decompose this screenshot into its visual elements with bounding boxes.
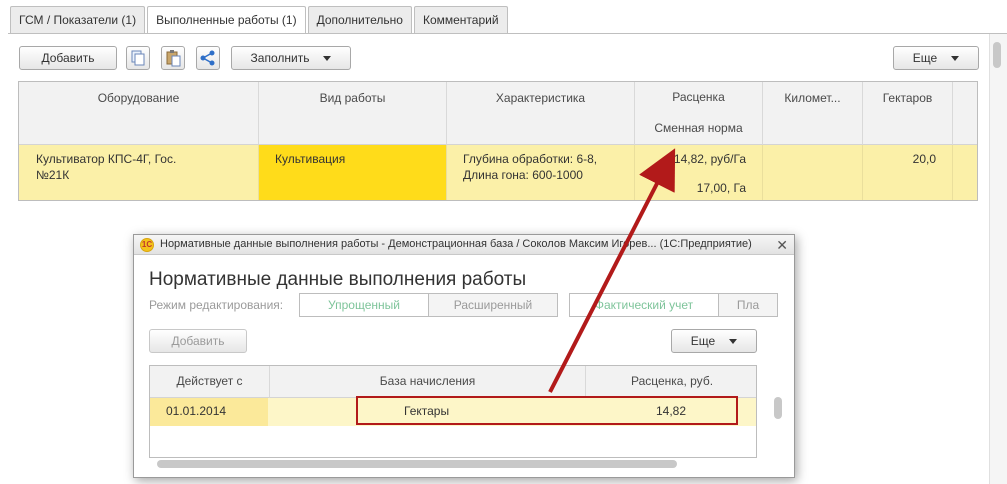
more-button[interactable]: Еще (893, 46, 979, 70)
completed-works-table: Оборудование Вид работы Характеристика Р… (18, 81, 978, 201)
tab-divider (8, 33, 1007, 34)
column-header-kilometers[interactable]: Километ... (763, 82, 863, 145)
column-header-empty (953, 82, 977, 145)
horizontal-scrollbar[interactable] (149, 459, 757, 469)
cell-valid-from[interactable]: 01.01.2014 (150, 398, 268, 426)
column-header-shift-norm[interactable]: Сменная норма (635, 113, 763, 145)
column-header-characteristic[interactable]: Характеристика (447, 82, 635, 145)
paste-icon (166, 50, 181, 67)
chevron-down-icon (729, 339, 738, 345)
cell-characteristic[interactable]: Глубина обработки: 6-8, Длина гона: 600-… (447, 145, 635, 200)
column-header-rate[interactable]: Расценка (635, 82, 763, 114)
tab-comment[interactable]: Комментарий (413, 6, 508, 33)
norm-data-window: 1C Нормативные данные выполнения работы … (133, 234, 795, 478)
modal-more-button[interactable]: Еще (671, 329, 757, 353)
accounting-actual-button[interactable]: Фактический учет (569, 293, 719, 317)
close-icon[interactable]: ✕ (776, 236, 788, 254)
edit-mode-label: Режим редактирования: (149, 298, 284, 312)
mode-extended-button[interactable]: Расширенный (428, 293, 558, 317)
cell-base[interactable]: Гектары (358, 398, 586, 426)
window-title: Нормативные данные выполнения работы - Д… (160, 238, 752, 250)
tab-completed-works[interactable]: Выполненные работы (1) (147, 6, 306, 34)
column-header-work-type[interactable]: Вид работы (259, 82, 447, 145)
1c-logo-icon: 1C (140, 238, 154, 252)
cell-shift-norm[interactable]: 17,00, Га (635, 174, 763, 200)
cell-rate[interactable]: 14,82, руб/Га (635, 145, 763, 174)
add-button[interactable]: Добавить (19, 46, 117, 70)
chevron-down-icon (951, 56, 960, 62)
scrollbar-thumb[interactable] (157, 460, 677, 468)
cell-kilometers[interactable] (763, 145, 863, 200)
share-button[interactable] (196, 46, 220, 70)
vertical-scrollbar-thumb[interactable] (774, 397, 782, 419)
fill-dropdown-button[interactable]: Заполнить (231, 46, 351, 70)
copy-button[interactable] (126, 46, 150, 70)
column-header-hectares[interactable]: Гектаров (863, 82, 953, 145)
tab-bar: ГСМ / Показатели (1) Выполненные работы … (10, 6, 510, 34)
copy-icon (131, 50, 145, 66)
table-row[interactable]: Культиватор КПС-4Г, Гос.№21К Культивация… (19, 145, 977, 200)
accounting-plan-button[interactable]: Пла (718, 293, 778, 317)
share-icon (200, 50, 215, 66)
column-header-rate-rub[interactable]: Расценка, руб. (586, 366, 756, 398)
vertical-scrollbar[interactable] (989, 34, 1007, 484)
modal-more-label: Еще (690, 334, 716, 348)
cell-equipment-extra (209, 145, 259, 200)
fill-button-label: Заполнить (250, 51, 310, 65)
column-header-base[interactable]: База начисления (270, 366, 586, 398)
more-button-label: Еще (912, 51, 938, 65)
chevron-down-icon (323, 56, 332, 62)
cell-work-type[interactable]: Культивация (259, 145, 447, 200)
column-header-valid-from[interactable]: Действует с (150, 366, 270, 398)
norm-data-table: Действует с База начисления Расценка, ру… (149, 365, 757, 458)
table-row[interactable]: 01.01.2014 Гектары 14,82 (150, 398, 756, 426)
scrollbar-thumb[interactable] (993, 42, 1001, 68)
tab-fuel-indicators[interactable]: ГСМ / Показатели (1) (10, 6, 146, 33)
cell-hectares[interactable]: 20,0 (863, 145, 953, 200)
tab-additional[interactable]: Дополнительно (307, 6, 412, 33)
mode-simple-button[interactable]: Упрощенный (299, 293, 429, 317)
modal-add-button[interactable]: Добавить (149, 329, 247, 353)
column-header-equipment[interactable]: Оборудование (19, 82, 259, 145)
cell-rate-rub[interactable]: 14,82 (586, 398, 756, 426)
window-titlebar[interactable]: 1C Нормативные данные выполнения работы … (134, 235, 794, 255)
cell-equipment[interactable]: Культиватор КПС-4Г, Гос.№21К (19, 145, 209, 200)
paste-button[interactable] (161, 46, 185, 70)
page-title: Нормативные данные выполнения работы (149, 269, 527, 290)
